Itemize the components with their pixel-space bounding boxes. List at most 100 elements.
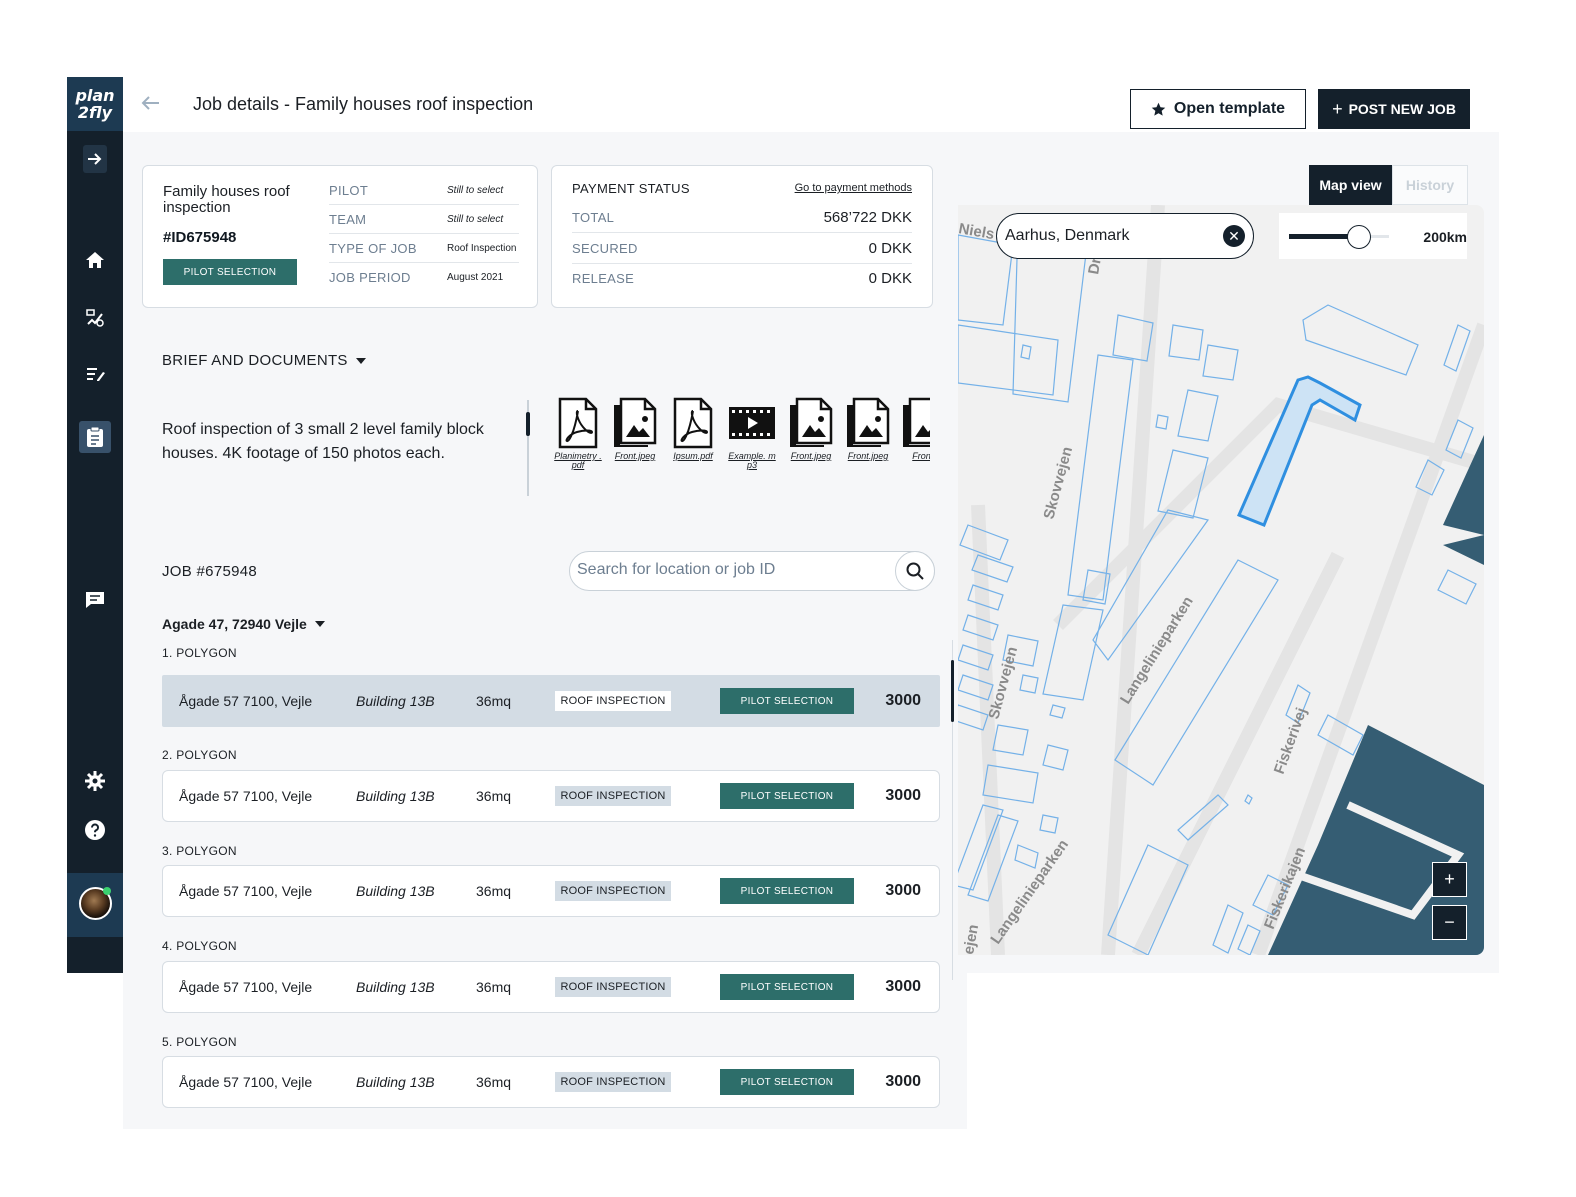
document-item[interactable]: Front.jpeg bbox=[840, 397, 896, 461]
pilot-selection-button[interactable]: PILOT SELECTION bbox=[720, 1069, 854, 1095]
sidebar: plan 2fly bbox=[67, 77, 123, 973]
caret-down-icon bbox=[314, 621, 325, 627]
polygon-label: 5. POLYGON bbox=[162, 1035, 237, 1049]
document-item[interactable]: Ipsum.pdf bbox=[665, 397, 721, 461]
job-info-value: Roof Inspection bbox=[447, 242, 517, 254]
pilot-selection-button[interactable]: PILOT SELECTION bbox=[720, 974, 854, 1000]
polygon-label: 2. POLYGON bbox=[162, 748, 237, 762]
brief-description: Roof inspection of 3 small 2 level famil… bbox=[162, 421, 484, 462]
street-label: ejen bbox=[960, 923, 982, 955]
job-info-key: TYPE OF JOB bbox=[329, 240, 417, 256]
street-label: Niels bbox=[958, 220, 996, 243]
radius-value: 200km bbox=[1423, 229, 1467, 245]
pilot-selection-button[interactable]: PILOT SELECTION bbox=[720, 783, 854, 809]
chat-icon[interactable] bbox=[79, 584, 111, 616]
tab-history[interactable]: History bbox=[1392, 165, 1468, 205]
payment-status-card: PAYMENT STATUS Go to payment methods TOT… bbox=[551, 165, 933, 308]
job-summary-card: Family houses roof inspection #ID675948 … bbox=[142, 165, 538, 308]
video-icon bbox=[729, 407, 775, 439]
caret-down-icon bbox=[355, 357, 366, 364]
search-button[interactable] bbox=[895, 551, 935, 591]
document-item[interactable]: Front.jpeg bbox=[607, 397, 663, 461]
zoom-out-button[interactable]: − bbox=[1432, 905, 1467, 940]
location-input[interactable]: Aarhus, Denmark bbox=[1005, 227, 1130, 245]
job-info-row-type: TYPE OF JOB Roof Inspection bbox=[329, 234, 519, 263]
image-icon bbox=[790, 397, 833, 447]
pilot-selection-button[interactable]: PILOT SELECTION bbox=[720, 878, 854, 904]
address-value: Agade 47, 72940 Vejle bbox=[162, 616, 307, 632]
help-icon[interactable] bbox=[79, 814, 111, 846]
map-canvas[interactable]: Niels Dr Skovvejen Langelinieparken Skov… bbox=[958, 205, 1484, 955]
zoom-in-button[interactable]: + bbox=[1432, 862, 1467, 897]
brief-documents-toggle[interactable]: BRIEF AND DOCUMENTS bbox=[162, 352, 366, 369]
drone-jobs-icon[interactable] bbox=[79, 302, 111, 334]
radius-control: 200km bbox=[1279, 213, 1467, 259]
payment-key: TOTAL bbox=[572, 210, 615, 225]
polygon-area: 36mq bbox=[476, 788, 512, 804]
polygon-building: Building 13B bbox=[356, 1074, 435, 1090]
payment-row-total: TOTAL 568’722 DKK bbox=[572, 203, 912, 233]
post-new-job-button[interactable]: + POST NEW JOB bbox=[1318, 89, 1470, 129]
scrollbar-thumb[interactable] bbox=[951, 660, 954, 722]
image-icon bbox=[847, 397, 890, 447]
radius-slider-handle[interactable] bbox=[1347, 225, 1371, 249]
polygon-row[interactable]: Ågade 57 7100, Vejle Building 13B 36mq R… bbox=[162, 961, 940, 1013]
polygon-type-badge: ROOF INSPECTION bbox=[555, 1072, 671, 1092]
payment-value: 0 DKK bbox=[868, 269, 912, 287]
home-icon[interactable] bbox=[79, 244, 111, 276]
polygon-row[interactable]: Ågade 57 7100, Vejle Building 13B 36mq R… bbox=[162, 675, 940, 727]
payment-key: SECURED bbox=[572, 241, 638, 256]
payment-methods-link[interactable]: Go to payment methods bbox=[795, 182, 912, 194]
clipboard-icon[interactable] bbox=[79, 421, 111, 453]
payment-row-secured: SECURED 0 DKK bbox=[572, 234, 912, 264]
polygon-price: 3000 bbox=[885, 978, 921, 995]
settings-gear-icon[interactable] bbox=[79, 765, 111, 797]
polygon-type-badge: ROOF INSPECTION bbox=[555, 786, 671, 806]
polygon-type-badge: ROOF INSPECTION bbox=[555, 691, 671, 711]
pilot-selection-button[interactable]: PILOT SELECTION bbox=[720, 688, 854, 714]
document-item[interactable]: Example. mp3 bbox=[724, 397, 780, 470]
open-template-button[interactable]: Open template bbox=[1130, 89, 1306, 129]
polygon-address: Ågade 57 7100, Vejle bbox=[179, 693, 313, 709]
expand-sidebar-arrow-icon[interactable] bbox=[83, 145, 107, 173]
post-new-job-label: POST NEW JOB bbox=[1348, 101, 1456, 117]
logo-line-1: plan bbox=[75, 86, 115, 105]
document-item[interactable]: Planimetry .pdf bbox=[550, 397, 606, 470]
plus-icon: + bbox=[1332, 98, 1343, 119]
polygon-area: 36mq bbox=[476, 883, 512, 899]
document-item[interactable]: Front.jpeg bbox=[783, 397, 839, 461]
document-list: Planimetry .pdf Front.jpeg Ipsum.pdf Exa… bbox=[550, 397, 930, 477]
polygon-row[interactable]: Ågade 57 7100, Vejle Building 13B 36mq R… bbox=[162, 1056, 940, 1108]
polygon-price: 3000 bbox=[885, 787, 921, 804]
document-label: Example. mp3 bbox=[728, 451, 776, 470]
job-section-title: JOB #675948 bbox=[162, 563, 258, 580]
tab-map-view[interactable]: Map view bbox=[1309, 165, 1392, 205]
back-arrow-icon[interactable] bbox=[140, 94, 160, 117]
brief-title: BRIEF AND DOCUMENTS bbox=[162, 352, 348, 369]
clear-location-icon[interactable]: ✕ bbox=[1223, 225, 1245, 247]
selected-building-polygon[interactable] bbox=[1237, 375, 1362, 527]
polygon-label: 1. POLYGON bbox=[162, 646, 237, 660]
brief-scroll-indicator[interactable] bbox=[526, 412, 530, 436]
polygon-address: Ågade 57 7100, Vejle bbox=[179, 1074, 313, 1090]
polygon-building: Building 13B bbox=[356, 883, 435, 899]
logo-line-2: 2fly bbox=[77, 103, 113, 122]
brand-logo[interactable]: plan 2fly bbox=[67, 77, 123, 131]
polygon-area: 36mq bbox=[476, 1074, 512, 1090]
polygon-building: Building 13B bbox=[356, 788, 435, 804]
polygon-type-badge: ROOF INSPECTION bbox=[555, 881, 671, 901]
street-label: Skovvejen bbox=[1040, 445, 1076, 521]
star-icon bbox=[1151, 102, 1166, 116]
pilot-selection-status-button[interactable]: PILOT SELECTION bbox=[163, 259, 297, 285]
document-item[interactable]: Front. bbox=[896, 397, 930, 461]
job-info-key: PILOT bbox=[329, 182, 369, 198]
polygon-label: 3. POLYGON bbox=[162, 844, 237, 858]
address-dropdown[interactable]: Agade 47, 72940 Vejle bbox=[162, 616, 325, 632]
polygon-address: Ågade 57 7100, Vejle bbox=[179, 979, 313, 995]
polygon-row[interactable]: Ågade 57 7100, Vejle Building 13B 36mq R… bbox=[162, 865, 940, 917]
search-input[interactable] bbox=[577, 561, 877, 579]
polygon-row[interactable]: Ågade 57 7100, Vejle Building 13B 36mq R… bbox=[162, 770, 940, 822]
edit-list-icon[interactable] bbox=[79, 359, 111, 391]
job-info-value: August 2021 bbox=[447, 272, 504, 283]
street-label: Fiskerivej bbox=[1271, 706, 1311, 777]
